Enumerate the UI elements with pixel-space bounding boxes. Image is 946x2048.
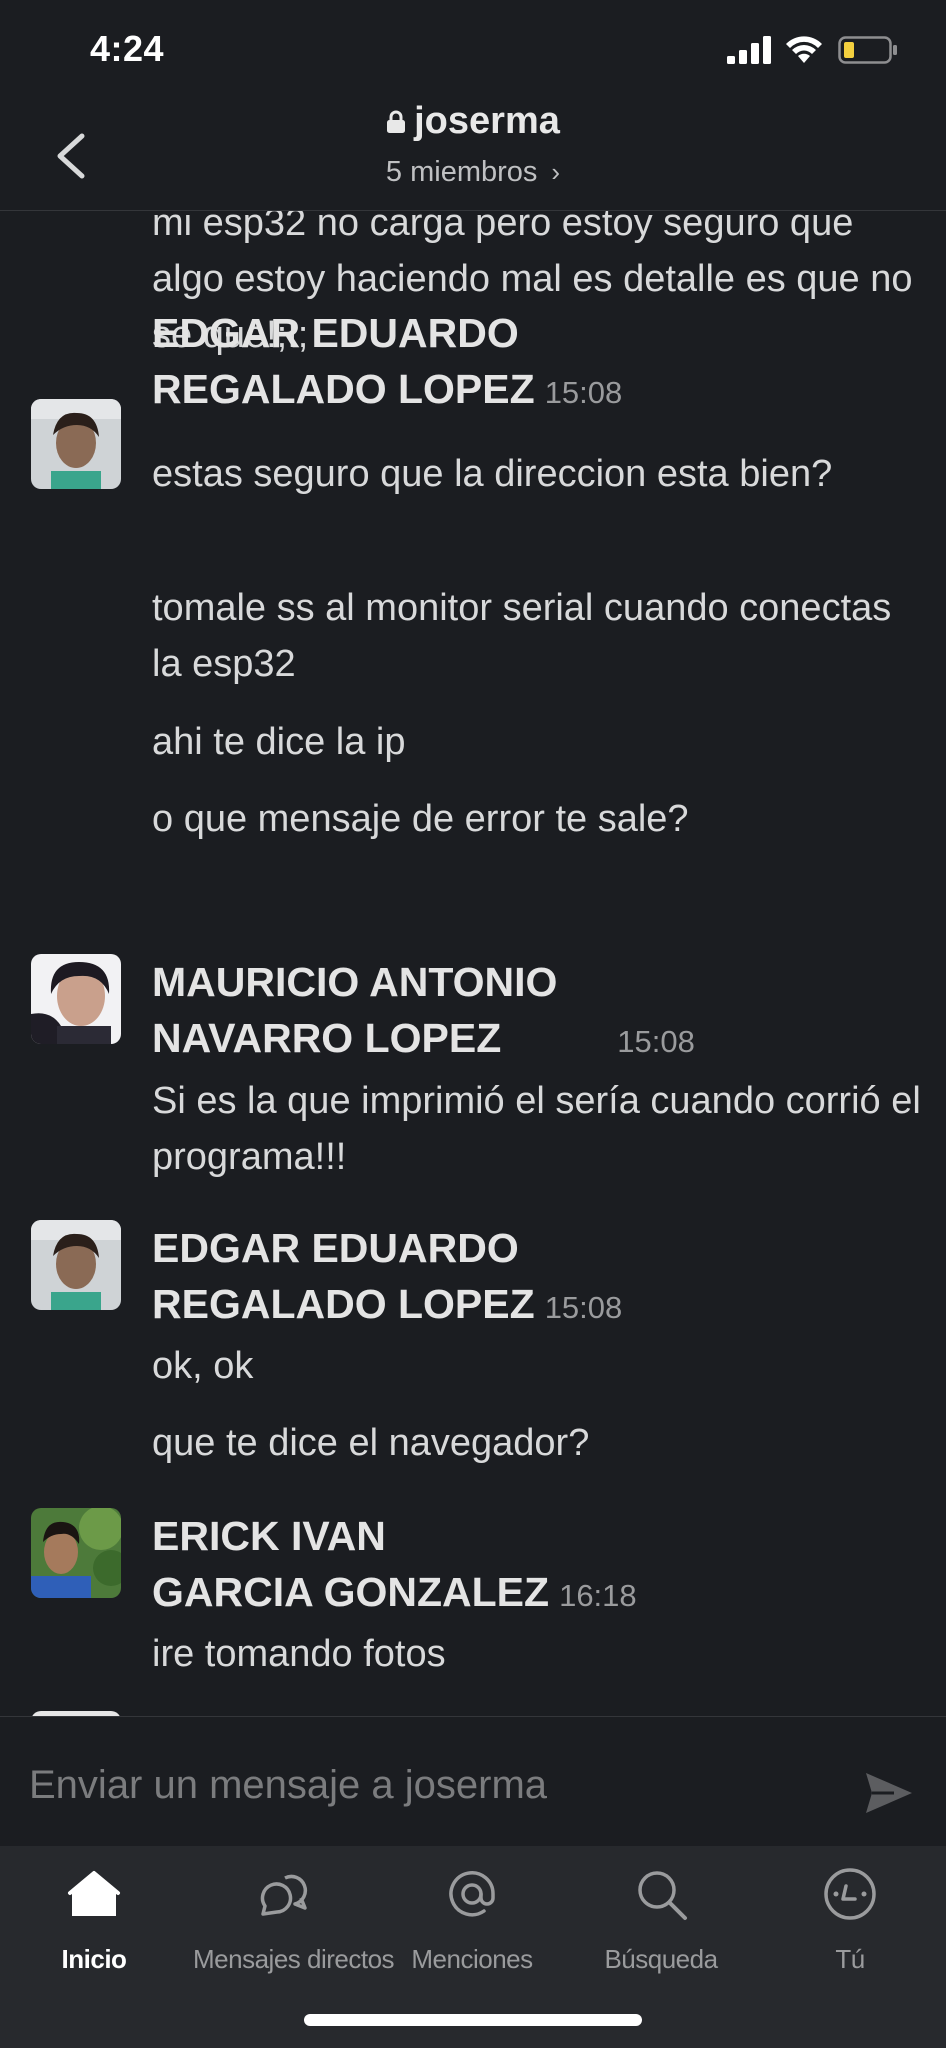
message-author[interactable]: EDGAR EDUARDO REGALADO LOPEZ 15:08 — [152, 1220, 912, 1336]
tab-label: Inicio — [61, 1944, 127, 1974]
author-name: MAURICIO ANTONIO — [152, 959, 558, 1005]
avatar[interactable] — [31, 399, 121, 489]
channel-title[interactable]: joserma — [0, 100, 946, 143]
author-name: GARCIA GONZALEZ — [152, 1569, 550, 1615]
message-text: o que mensaje de error te sale? — [152, 798, 689, 840]
home-icon — [68, 1871, 120, 1916]
user-avatar-image — [31, 1220, 121, 1310]
tab-profile[interactable]: Tú — [760, 1866, 940, 2006]
members-count: 5 miembros — [385, 156, 538, 188]
tab-label: Búsqueda — [604, 1944, 718, 1974]
lock-icon — [387, 110, 406, 133]
user-avatar-image — [31, 954, 121, 1044]
user-avatar-image — [31, 399, 121, 489]
tab-label: Tú — [835, 1944, 865, 1974]
tab-direct-messages[interactable]: Mensajes directos — [193, 1866, 395, 2006]
author-name: ERICK IVAN — [152, 1513, 386, 1559]
status-time: 4:24 — [90, 28, 165, 69]
profile-icon — [824, 1868, 876, 1920]
tab-mentions[interactable]: Menciones — [382, 1866, 562, 2006]
message-timestamp: 15:08 — [617, 1024, 695, 1059]
author-name: EDGAR EDUARDO — [152, 1225, 519, 1271]
author-name: REGALADO LOPEZ — [152, 366, 535, 412]
channel-header: joserma 5 miembros › — [0, 100, 946, 211]
message-input[interactable] — [29, 1757, 829, 1813]
message-timestamp: 15:08 — [544, 375, 623, 410]
message-composer — [0, 1716, 946, 1847]
battery-icon — [838, 36, 897, 64]
avatar[interactable] — [31, 1508, 121, 1598]
message-author[interactable]: EDGAR EDUARDO REGALADO LOPEZ 15:08 — [152, 305, 912, 421]
search-icon — [638, 1871, 687, 1920]
avatar[interactable] — [31, 1220, 121, 1310]
wifi-icon — [786, 36, 822, 63]
tab-home[interactable]: Inicio — [4, 1866, 184, 2006]
author-name: REGALADO LOPEZ — [152, 1281, 535, 1327]
app-screen: 4:24 joserma 5 miembros › mi esp32 no ca… — [0, 0, 946, 2048]
status-bar: 4:24 — [0, 0, 946, 100]
channel-name: joserma — [414, 100, 560, 142]
mention-icon — [449, 1871, 495, 1917]
message-text: que te dice el navegador? — [152, 1422, 590, 1464]
message-timestamp: 16:18 — [559, 1578, 637, 1613]
members-link[interactable]: 5 miembros › — [0, 156, 946, 189]
tab-label: Menciones — [411, 1944, 533, 1974]
direct-messages-icon — [260, 1874, 308, 1916]
message-text: Si es la que imprimió el sería cuando co… — [152, 1080, 921, 1178]
chevron-right-icon: › — [551, 157, 561, 187]
message-list: mi esp32 no carga pero estoy seguro que … — [0, 211, 946, 1716]
home-indicator[interactable] — [304, 2014, 642, 2026]
message-text: ahi te dice la ip — [152, 721, 406, 763]
message-text: tomale ss al monitor serial cuando conec… — [152, 587, 892, 685]
tab-search[interactable]: Búsqueda — [571, 1866, 751, 2006]
avatar[interactable] — [31, 954, 121, 1044]
message-text: ok, ok — [152, 1345, 254, 1387]
message-timestamp: 15:08 — [544, 1290, 623, 1325]
message-author[interactable]: ERICK IVAN GARCIA GONZALEZ 16:18 — [152, 1508, 912, 1624]
send-icon[interactable] — [864, 1771, 914, 1815]
user-avatar-image — [31, 1508, 121, 1598]
cellular-signal-icon — [727, 36, 771, 64]
message-text: ire tomando fotos — [152, 1633, 446, 1675]
message-author[interactable]: MAURICIO ANTONIO NAVARRO LOPEZ 15:08 — [152, 954, 912, 1070]
author-name: NAVARRO LOPEZ — [152, 1015, 502, 1061]
author-name: EDGAR EDUARDO — [152, 310, 519, 356]
message-text: estas seguro que la direccion esta bien? — [152, 453, 833, 495]
tab-label: Mensajes directos — [193, 1944, 395, 1974]
